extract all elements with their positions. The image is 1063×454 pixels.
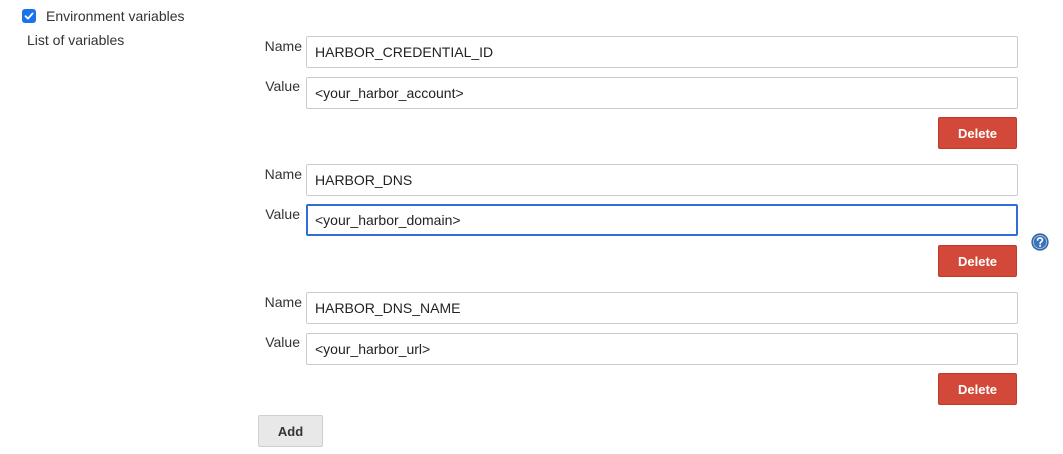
environment-variables-checkbox[interactable] <box>22 9 36 23</box>
name-label: Name <box>264 38 302 54</box>
value-input[interactable] <box>306 77 1018 109</box>
name-input[interactable] <box>306 292 1018 324</box>
value-label: Value <box>265 206 300 222</box>
delete-button[interactable]: Delete <box>938 245 1017 277</box>
name-input[interactable] <box>306 36 1018 68</box>
list-of-variables-label: List of variables <box>27 32 125 48</box>
value-label: Value <box>265 78 300 94</box>
delete-button[interactable]: Delete <box>938 373 1017 405</box>
environment-variables-option[interactable]: Environment variables <box>22 6 185 26</box>
value-input[interactable] <box>306 204 1018 236</box>
add-button[interactable]: Add <box>258 415 323 447</box>
value-input[interactable] <box>306 333 1018 365</box>
help-icon[interactable] <box>1031 233 1049 251</box>
environment-variables-label: Environment variables <box>46 8 185 24</box>
name-input[interactable] <box>306 164 1018 196</box>
delete-button[interactable]: Delete <box>938 117 1017 149</box>
value-label: Value <box>265 334 300 350</box>
name-label: Name <box>264 294 302 310</box>
name-label: Name <box>264 166 302 182</box>
checkmark-icon <box>24 12 34 20</box>
